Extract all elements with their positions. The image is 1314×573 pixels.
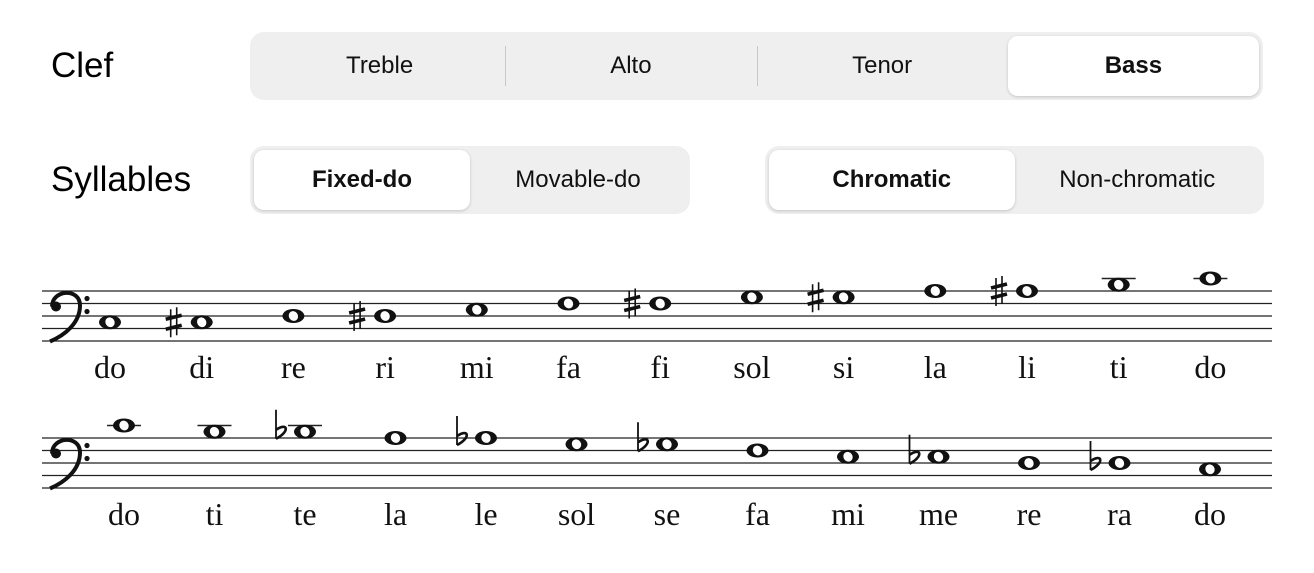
descending-syllable: sol <box>558 496 595 532</box>
ascending-note <box>740 290 763 305</box>
descending-note <box>565 437 588 452</box>
ascending-note <box>1016 284 1038 298</box>
descending-syllable: fa <box>745 496 770 532</box>
descending-note <box>384 431 407 445</box>
syllables-label: Syllables <box>51 160 192 199</box>
bass-clef-icon <box>49 437 90 491</box>
ascending-staff: do di re ri mi fa fi sol si la li ti do <box>42 271 1272 385</box>
clef-option-tenor[interactable]: Tenor <box>756 36 1008 96</box>
descending-syllable: mi <box>831 496 865 532</box>
bass-clef-icon <box>49 290 90 344</box>
descending-syllable: do <box>1194 496 1226 532</box>
descending-note <box>294 424 316 439</box>
ascending-syllable: mi <box>460 349 494 385</box>
movable-do-option[interactable]: Movable-do <box>470 150 686 210</box>
clef-option-bass[interactable]: Bass <box>1007 36 1259 96</box>
fixed-do-option[interactable]: Fixed-do <box>254 150 470 210</box>
descending-note <box>656 437 678 452</box>
ascending-syllable: re <box>281 349 306 385</box>
ascending-syllable: ti <box>1110 349 1128 385</box>
descending-note <box>746 443 769 458</box>
ascending-note <box>1199 271 1222 286</box>
ascending-note <box>282 309 305 323</box>
descending-note <box>837 449 859 464</box>
flat-icon <box>908 434 921 465</box>
ascending-syllable: do <box>1194 349 1226 385</box>
descending-syllable: ra <box>1107 496 1132 532</box>
ascending-syllable: fa <box>556 349 581 385</box>
sharp-icon <box>165 307 183 338</box>
descending-syllable: te <box>293 496 316 532</box>
ascending-note <box>1107 277 1130 292</box>
clef-option-alto[interactable]: Alto <box>505 36 756 96</box>
descending-syllable: ti <box>206 496 224 532</box>
ascending-note <box>924 284 947 298</box>
descending-note <box>113 418 135 433</box>
ascending-syllable: di <box>189 349 214 385</box>
ascending-note <box>832 290 855 305</box>
ascending-note <box>374 309 397 323</box>
descending-note <box>1199 462 1221 477</box>
descending-note <box>203 424 226 439</box>
scale-type-control: Chromatic Non-chromatic <box>765 146 1264 214</box>
flat-icon <box>637 422 650 453</box>
ascending-note <box>190 315 213 330</box>
ascending-syllable: li <box>1018 349 1036 385</box>
non-chromatic-option[interactable]: Non-chromatic <box>1015 150 1261 210</box>
ascending-note <box>465 302 488 317</box>
syllable-mode-control: Fixed-do Movable-do <box>250 146 690 214</box>
flat-icon <box>456 416 469 447</box>
descending-note <box>475 431 497 445</box>
descending-syllable: le <box>474 496 497 532</box>
ascending-syllable: do <box>94 349 126 385</box>
ascending-note <box>99 315 121 330</box>
flat-icon <box>1089 441 1102 472</box>
descending-note <box>1018 456 1040 470</box>
descending-note <box>1108 456 1131 470</box>
ascending-syllable: la <box>924 349 947 385</box>
clef-label: Clef <box>51 46 114 85</box>
ascending-note <box>649 296 672 311</box>
descending-staff: do ti te la le sol se fa mi me re ra do <box>42 409 1272 532</box>
descending-syllable: me <box>919 496 958 532</box>
flat-icon <box>275 409 288 440</box>
descending-syllable: la <box>384 496 407 532</box>
descending-syllable: do <box>108 496 140 532</box>
clef-segmented-control: Treble Alto Tenor Bass <box>250 32 1263 100</box>
chromatic-option[interactable]: Chromatic <box>769 150 1015 210</box>
ascending-note <box>557 296 580 311</box>
ascending-syllable: fi <box>650 349 670 385</box>
ascending-syllable: si <box>833 349 854 385</box>
sharp-icon <box>807 282 825 313</box>
descending-syllable: re <box>1017 496 1042 532</box>
descending-syllable: se <box>654 496 681 532</box>
ascending-syllable: sol <box>733 349 770 385</box>
descending-note <box>927 449 950 464</box>
ascending-syllable: ri <box>375 349 395 385</box>
clef-option-treble[interactable]: Treble <box>254 36 505 96</box>
